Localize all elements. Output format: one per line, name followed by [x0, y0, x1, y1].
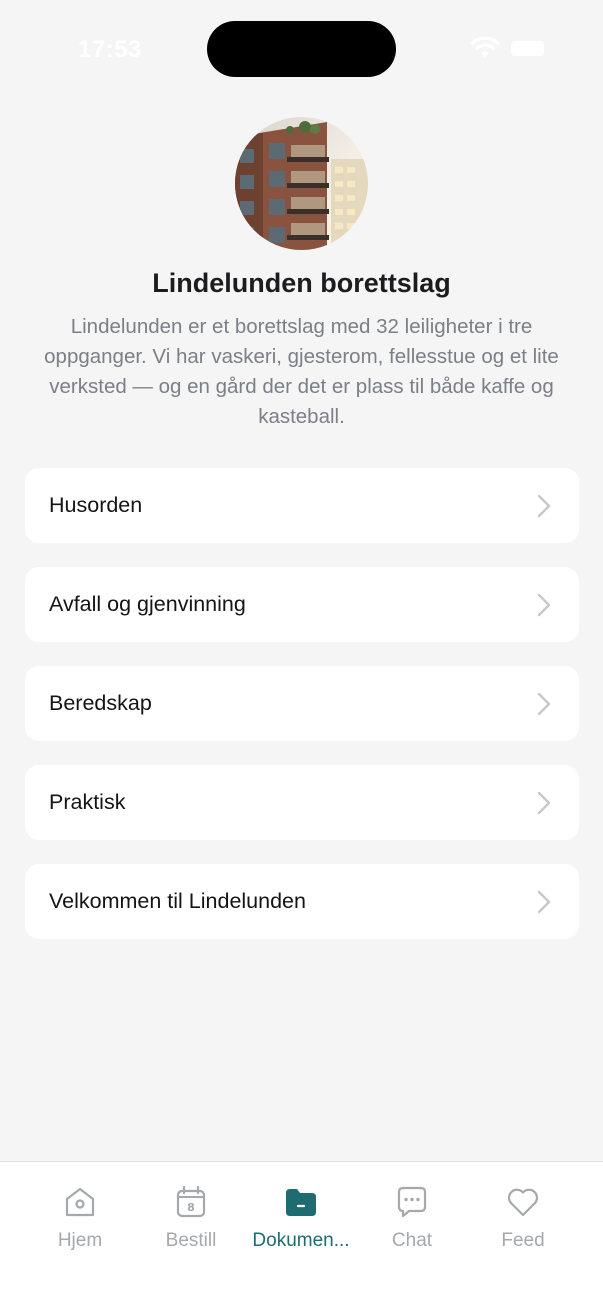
battery-icon: [511, 41, 544, 56]
chevron-right-icon: [537, 890, 551, 913]
tab-chat[interactable]: Chat: [357, 1184, 467, 1254]
document-item-label: Velkommen til Lindelunden: [49, 889, 306, 913]
status-time: 17:53: [78, 36, 142, 63]
heart-icon: [508, 1188, 538, 1217]
document-item-velkommen[interactable]: Velkommen til Lindelunden: [25, 864, 579, 939]
calendar-icon: 8: [176, 1185, 206, 1218]
chevron-right-icon: [537, 593, 551, 616]
document-item-label: Husorden: [49, 493, 143, 517]
tab-label: Chat: [391, 1230, 433, 1251]
document-item-husorden[interactable]: Husorden: [25, 468, 579, 543]
status-bar: 17:53: [0, 0, 603, 100]
tab-label: Hjem: [57, 1230, 103, 1251]
tab-dokumenter[interactable]: Dokumen...: [246, 1184, 356, 1254]
building-avatar: [235, 117, 368, 250]
document-item-label: Praktisk: [49, 790, 126, 814]
chat-icon: [397, 1186, 427, 1218]
chevron-right-icon: [537, 692, 551, 715]
tab-label: Feed: [501, 1230, 545, 1251]
home-icon: [65, 1187, 95, 1217]
dynamic-island: [207, 21, 396, 77]
folder-icon: [286, 1189, 316, 1216]
chevron-right-icon: [537, 791, 551, 814]
document-item-label: Avfall og gjenvinning: [49, 592, 246, 616]
document-item-label: Beredskap: [49, 691, 152, 715]
wifi-icon: [470, 37, 500, 58]
document-item-beredskap[interactable]: Beredskap: [25, 666, 579, 741]
tab-label: Dokumen...: [252, 1230, 350, 1251]
tab-bar: Hjem 8 Bestill Dokumen... Chat Feed: [0, 1161, 603, 1311]
page-title: Lindelunden borettslag: [152, 268, 451, 298]
document-item-avfall[interactable]: Avfall og gjenvinning: [25, 567, 579, 642]
organization-description: Lindelunden er et borettslag med 32 leil…: [44, 315, 559, 428]
calendar-badge: 8: [187, 1201, 195, 1214]
tab-feed[interactable]: Feed: [468, 1184, 578, 1254]
chevron-right-icon: [537, 494, 551, 517]
tab-bestill[interactable]: 8 Bestill: [136, 1184, 246, 1254]
document-item-praktisk[interactable]: Praktisk: [25, 765, 579, 840]
tab-label: Bestill: [165, 1230, 217, 1251]
tab-hjem[interactable]: Hjem: [25, 1184, 135, 1254]
